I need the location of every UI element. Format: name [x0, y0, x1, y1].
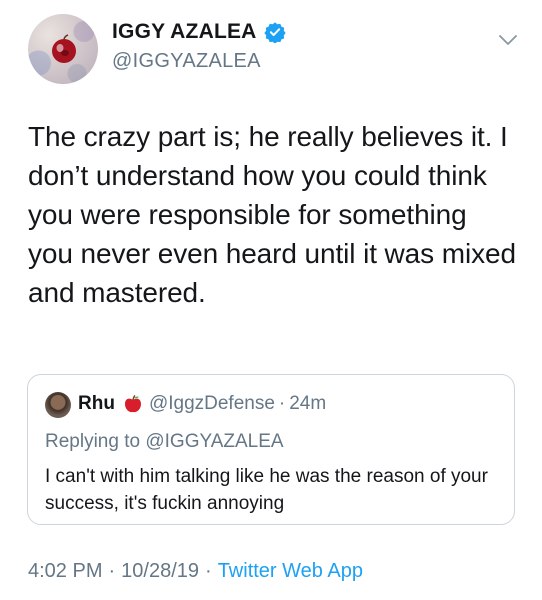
- meta-separator-2: ·: [205, 560, 212, 582]
- chevron-down-icon[interactable]: [497, 33, 519, 47]
- verified-badge-icon: [263, 22, 286, 43]
- quoted-tweet[interactable]: Rhu @IggzDefense · 24m Replying to @IGGY…: [27, 374, 515, 525]
- quoted-handle: @IggzDefense: [148, 393, 275, 414]
- author-handle[interactable]: @IGGYAZALEA: [112, 50, 261, 73]
- red-apple-icon: [124, 395, 141, 413]
- meta-separator-1: ·: [108, 560, 116, 582]
- quoted-timestamp: 24m: [289, 393, 327, 414]
- quoted-author-row: Rhu @IggzDefense · 24m: [78, 393, 326, 415]
- tweet-source[interactable]: Twitter Web App: [218, 560, 363, 583]
- tweet-date[interactable]: 10/28/19: [121, 560, 199, 583]
- quoted-tweet-text: I can't with him talking like he was the…: [45, 466, 488, 514]
- tweet-text: The crazy part is; he really believes it…: [28, 121, 516, 308]
- apple-icon: [52, 34, 76, 63]
- tweet-meta: 4:02 PM · 10/28/19 · Twitter Web App: [28, 560, 363, 583]
- tweet-time[interactable]: 4:02 PM: [28, 560, 102, 583]
- tweet-card: IGGY AZALEA @IGGYAZALEA The crazy part i…: [0, 0, 542, 600]
- author-display-name[interactable]: IGGY AZALEA: [112, 20, 257, 44]
- quoted-author-avatar: [45, 392, 71, 418]
- quoted-separator: ·: [278, 393, 286, 414]
- replying-to-line: Replying to @IGGYAZALEA: [45, 431, 284, 453]
- author-name-row: IGGY AZALEA: [112, 20, 286, 44]
- replying-to-prefix: Replying to: [45, 431, 141, 452]
- quoted-display-name: Rhu: [78, 393, 115, 414]
- author-avatar[interactable]: [28, 14, 98, 84]
- replying-to-handle[interactable]: @IGGYAZALEA: [145, 431, 283, 452]
